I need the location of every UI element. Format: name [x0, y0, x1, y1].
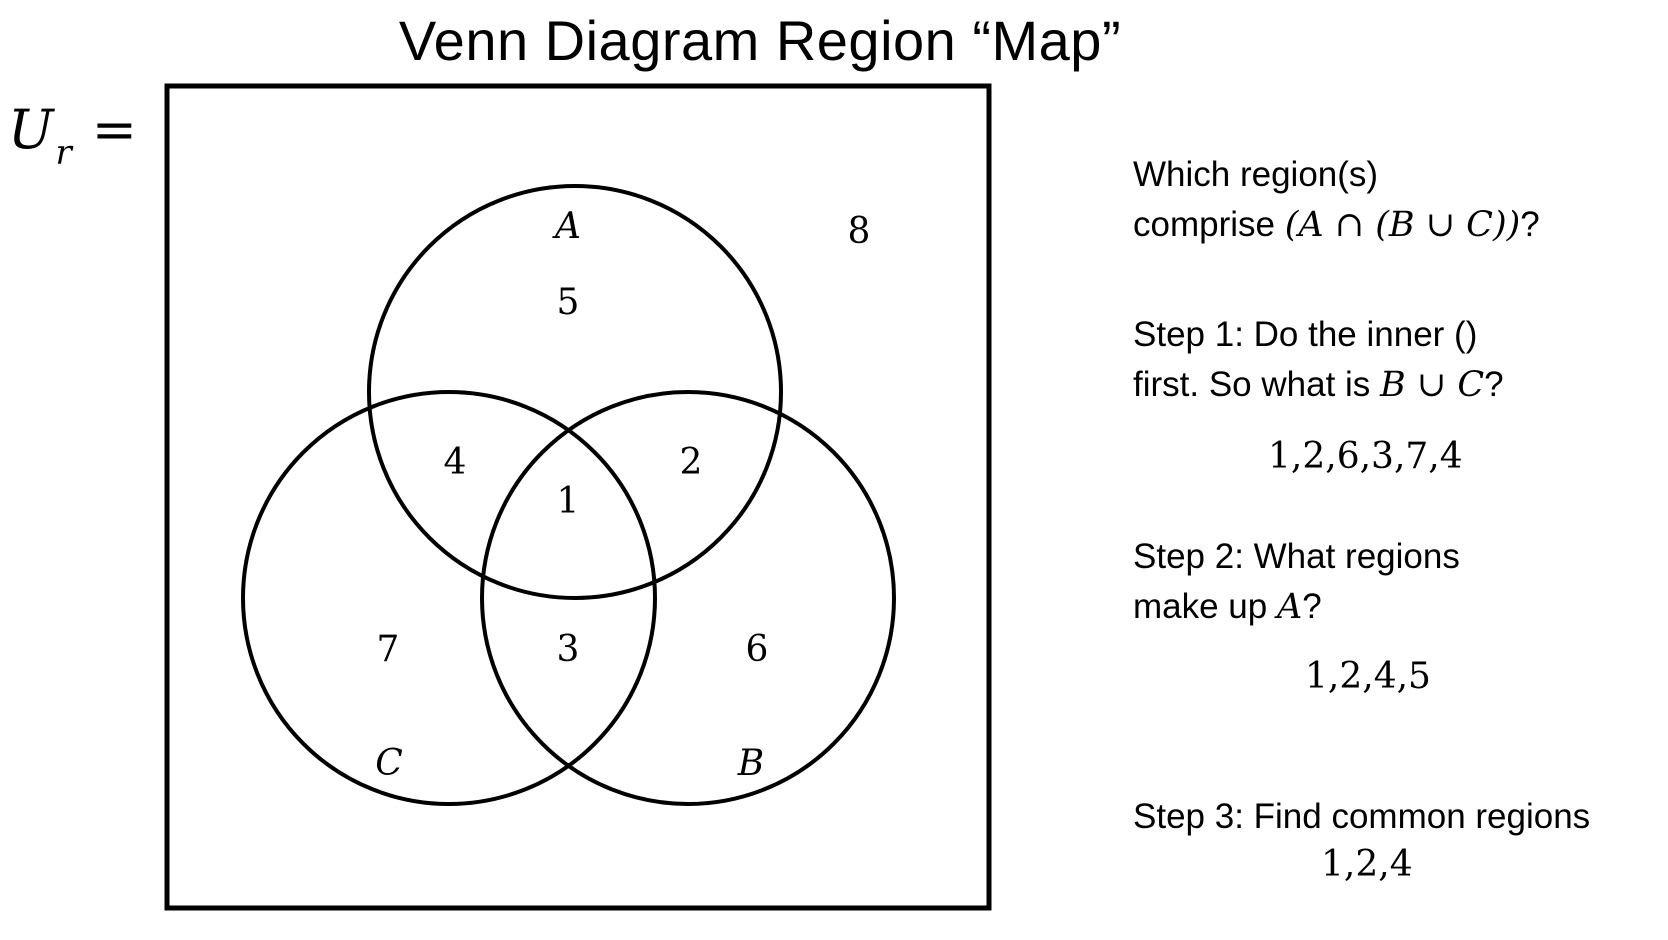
- step1-answer: 1,2,6,3,7,4: [1268, 436, 1463, 477]
- step2-line-1: Step 2: What regions: [1133, 537, 1460, 576]
- question-line-1: Which region(s): [1133, 155, 1379, 194]
- region-3: 3: [557, 629, 580, 670]
- question-mark: ?: [1520, 205, 1540, 244]
- question-line-2: comprise (A ∩ (B ∪ C))?: [1133, 200, 1540, 250]
- region-6: 6: [746, 629, 769, 670]
- question-expression: (A ∩ (B ∪ C)): [1284, 205, 1521, 245]
- step2-expression: A: [1276, 587, 1303, 627]
- step3-block: Step 3: Find common regions: [1133, 792, 1590, 842]
- step3-line-1: Step 3: Find common regions: [1133, 797, 1591, 836]
- step1-block: Step 1: Do the inner () first. So what i…: [1133, 310, 1504, 410]
- region-5: 5: [557, 282, 580, 323]
- set-label-b: B: [737, 743, 764, 784]
- region-8: 8: [848, 211, 871, 252]
- step1-line-2: first. So what is B ∪ C?: [1133, 360, 1504, 410]
- step2-question-mark: ?: [1302, 587, 1322, 626]
- step2-text: make up: [1133, 587, 1268, 626]
- step1-line-1: Step 1: Do the inner (): [1133, 315, 1478, 354]
- question-block: Which region(s) comprise (A ∩ (B ∪ C))?: [1133, 150, 1540, 250]
- region-4: 4: [444, 442, 467, 483]
- step1-text: first. So what is: [1133, 365, 1371, 404]
- region-2: 2: [680, 442, 703, 483]
- set-label-c: C: [375, 743, 403, 784]
- step2-line-2: make up A?: [1133, 582, 1460, 632]
- step2-answer: 1,2,4,5: [1305, 656, 1431, 697]
- question-text: comprise: [1133, 205, 1275, 244]
- region-1: 1: [557, 481, 580, 522]
- step1-expression: B ∪ C: [1380, 365, 1485, 405]
- step3-answer: 1,2,4: [1321, 844, 1413, 885]
- set-label-a: A: [552, 206, 581, 247]
- step1-question-mark: ?: [1484, 365, 1504, 404]
- venn-diagram: A B C 1 2 3 4 5 6 7 8: [164, 83, 992, 911]
- region-7: 7: [377, 629, 400, 670]
- step2-block: Step 2: What regions make up A?: [1133, 532, 1460, 632]
